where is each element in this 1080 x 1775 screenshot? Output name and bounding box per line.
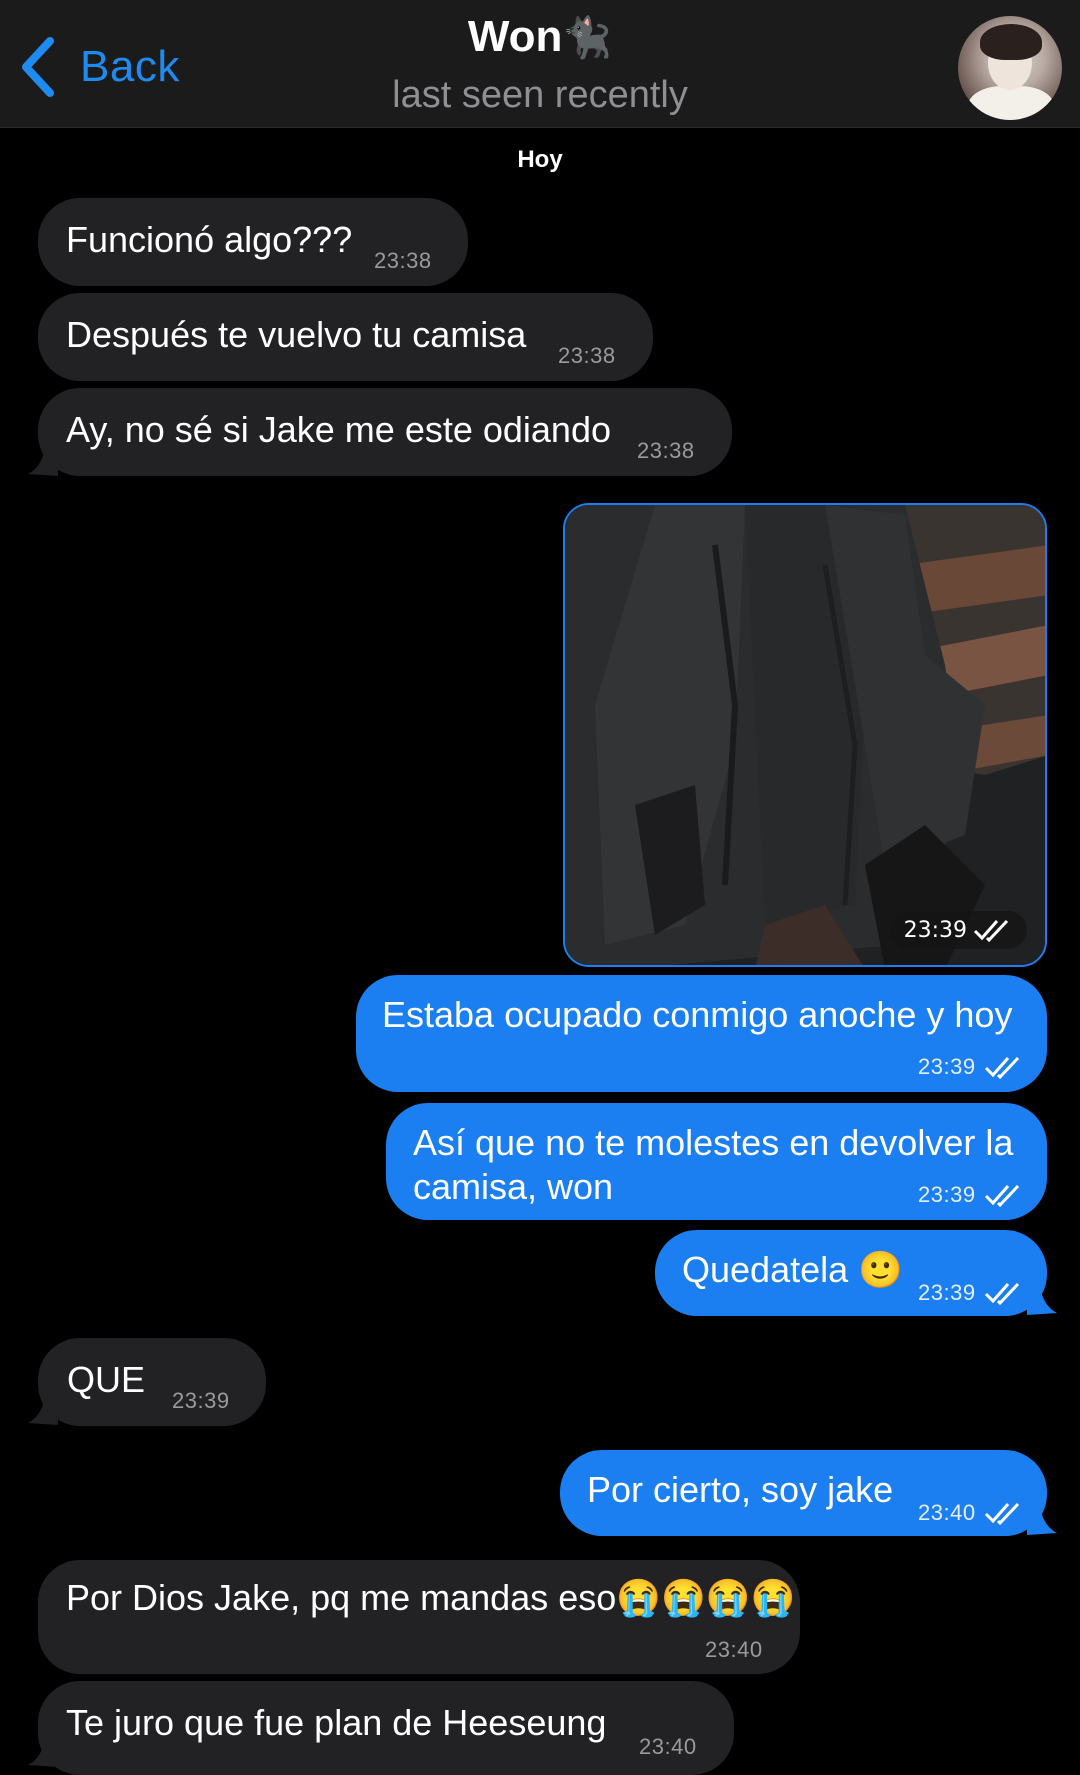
message-outgoing[interactable]: Quedatela 🙂 23:39 <box>655 1230 1047 1316</box>
message-time: 23:40 <box>705 1637 763 1662</box>
double-check-icon <box>984 1502 1020 1525</box>
message-text-line2: camisa, won <box>413 1166 614 1207</box>
contact-avatar[interactable] <box>958 16 1062 120</box>
photo-time: 23:39 <box>903 917 967 943</box>
date-separator: Hoy <box>517 146 563 173</box>
message-incoming[interactable]: Ay, no sé si Jake me este odiando 23:38 <box>38 388 732 476</box>
message-text: Estaba ocupado conmigo anoche y hoy <box>382 994 1013 1035</box>
message-text: Después te vuelvo tu camisa <box>66 314 527 355</box>
message-incoming[interactable]: Funcionó algo??? 23:38 <box>38 198 468 286</box>
message-text: Quedatela 🙂 <box>682 1249 903 1290</box>
message-time: 23:39 <box>918 1054 976 1079</box>
contact-name-text: Won <box>467 12 563 61</box>
message-time: 23:38 <box>558 343 616 368</box>
message-time: 23:40 <box>918 1500 976 1525</box>
chat-header: Back Won🐈‍⬛ last seen recently <box>0 0 1080 128</box>
message-time: 23:39 <box>172 1388 230 1413</box>
message-time: 23:38 <box>637 438 695 463</box>
message-text: Ay, no sé si Jake me este odiando <box>66 409 611 450</box>
message-text: QUE <box>67 1359 146 1400</box>
photo-message[interactable]: 23:39 <box>563 503 1047 967</box>
double-check-icon <box>984 1056 1020 1079</box>
message-incoming[interactable]: QUE 23:39 <box>38 1338 266 1426</box>
photo-meta: 23:39 <box>889 911 1027 949</box>
black-cat-emoji: 🐈‍⬛ <box>562 16 613 60</box>
contact-status: last seen recently <box>392 74 688 116</box>
message-text-line1: Así que no te molestes en devolver la <box>413 1122 1014 1163</box>
message-text: Por cierto, soy jake <box>587 1469 894 1510</box>
message-incoming[interactable]: Por Dios Jake, pq me mandas eso😭😭😭😭 23:4… <box>38 1560 800 1674</box>
message-text: Por Dios Jake, pq me mandas eso😭😭😭😭 <box>66 1577 796 1618</box>
contact-name[interactable]: Won🐈‍⬛ <box>0 12 1080 62</box>
message-outgoing[interactable]: Por cierto, soy jake 23:40 <box>560 1450 1047 1536</box>
message-text: Te juro que fue plan de Heeseung <box>66 1702 607 1743</box>
double-check-icon <box>984 1184 1020 1207</box>
message-time: 23:40 <box>639 1734 697 1759</box>
message-outgoing[interactable]: Estaba ocupado conmigo anoche y hoy 23:3… <box>356 975 1047 1092</box>
message-incoming[interactable]: Después te vuelvo tu camisa 23:38 <box>38 293 653 381</box>
double-check-icon <box>984 1282 1020 1305</box>
message-incoming[interactable]: Te juro que fue plan de Heeseung 23:40 <box>38 1681 734 1775</box>
shirt-photo <box>565 505 1045 965</box>
message-time: 23:39 <box>918 1182 976 1207</box>
message-text: Funcionó algo??? <box>66 219 353 260</box>
message-time: 23:39 <box>918 1280 976 1305</box>
message-time: 23:38 <box>374 248 432 273</box>
message-outgoing[interactable]: Así que no te molestes en devolver la ca… <box>386 1103 1047 1220</box>
double-check-icon <box>973 919 1009 942</box>
